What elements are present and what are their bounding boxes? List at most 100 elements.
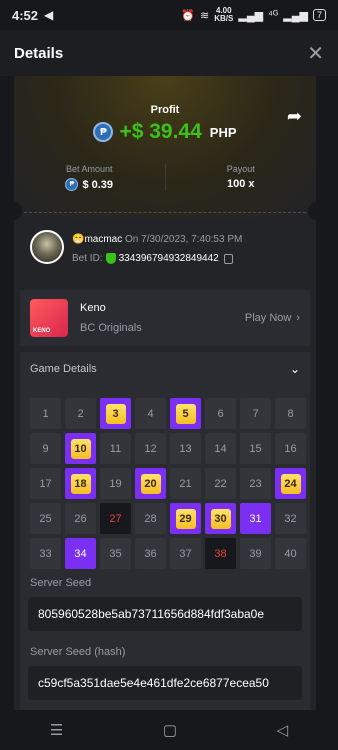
bet-amount-value: $ 0.39 <box>82 178 114 191</box>
keno-cell: 5 <box>170 398 201 429</box>
keno-cell: 32 <box>275 503 306 534</box>
keno-cell: 3 <box>100 398 131 429</box>
close-icon[interactable]: ✕ <box>307 41 324 66</box>
keno-cell: 22 <box>205 468 236 499</box>
keno-cell: 19 <box>100 468 131 499</box>
play-now-button[interactable]: Play Now › <box>245 312 300 324</box>
keno-cell: 1 <box>30 398 61 429</box>
bet-id-value: 334396794932849442 <box>118 253 219 264</box>
game-card[interactable]: KENO Keno BC Originals Play Now › <box>20 290 310 346</box>
share-icon[interactable]: ➦ <box>287 106 302 127</box>
wifi-icon: ≋ <box>200 9 210 22</box>
keno-cell: 18 <box>65 468 96 499</box>
profit-value: +$ 39.44 <box>119 120 202 143</box>
server-seed-label: Server Seed <box>30 577 92 589</box>
keno-cell: 20 <box>135 468 166 499</box>
bet-row: Bet Amount ₱ $ 0.39 Payout 100 x <box>14 164 316 191</box>
game-details-header[interactable]: Game Details ⌄ <box>20 352 310 386</box>
network-speed: 4.00 KB/S <box>214 6 234 23</box>
keno-cell: 16 <box>275 433 306 464</box>
keno-cell: 6 <box>205 398 236 429</box>
keno-cell: 37 <box>170 538 201 569</box>
ticket-notch-right <box>308 202 316 220</box>
keno-cell: 21 <box>170 468 201 499</box>
ticket-notch-left <box>14 202 22 220</box>
keno-cell: 23 <box>240 468 271 499</box>
payout-value: 100 x <box>226 178 255 190</box>
server-seed-field[interactable]: 805960528be5ab73711656d884fdf3aba0e <box>28 597 302 631</box>
system-nav-bar: ☰ ▢ ◁ <box>0 710 338 750</box>
signal-icon: ▂▄▆ <box>238 9 264 22</box>
payout-label: Payout <box>226 164 255 174</box>
server-seed-hash-field[interactable]: c59cf5a351dae5e4e461dfe2ce6877ecea50 <box>28 666 302 700</box>
profit-currency: PHP <box>209 124 237 140</box>
keno-cell: 28 <box>135 503 166 534</box>
keno-cell: 13 <box>170 433 201 464</box>
keno-cell: 26 <box>65 503 96 534</box>
profit-label: Profit <box>150 104 180 116</box>
divider <box>24 212 306 213</box>
battery-icon: 7 <box>312 9 326 21</box>
details-content: Profit ₱ +$ 39.44 PHP ➦ Bet Amount ₱ $ 0… <box>14 76 316 710</box>
details-header: Details ✕ <box>0 30 338 76</box>
keno-cell: 11 <box>100 433 131 464</box>
keno-cell: 12 <box>135 433 166 464</box>
keno-cell: 15 <box>240 433 271 464</box>
user-row: 😁macmac On 7/30/2023, 7:40:53 PM Bet ID:… <box>30 230 300 268</box>
recent-apps-icon[interactable]: ☰ <box>50 721 63 739</box>
keno-cell: 34 <box>65 538 96 569</box>
keno-cell: 10 <box>65 433 96 464</box>
keno-cell: 40 <box>275 538 306 569</box>
keno-cell: 9 <box>30 433 61 464</box>
avatar[interactable] <box>30 230 64 264</box>
php-coin-icon: ₱ <box>93 122 114 142</box>
payout: Payout 100 x <box>164 164 317 191</box>
keno-cell: 29 <box>170 503 201 534</box>
status-time: 4:52 <box>12 7 39 23</box>
bet-amount: Bet Amount ₱ $ 0.39 <box>14 164 165 191</box>
profit-row: ₱ +$ 39.44 PHP <box>14 120 316 144</box>
keno-cell: 25 <box>30 503 61 534</box>
keno-cell: 33 <box>30 538 61 569</box>
keno-cell: 35 <box>100 538 131 569</box>
keno-cell: 30 <box>205 503 236 534</box>
keno-cell: 27 <box>100 503 131 534</box>
bet-id-label: Bet ID: <box>72 253 103 264</box>
home-icon[interactable]: ▢ <box>163 721 177 739</box>
keno-cell: 7 <box>240 398 271 429</box>
bet-amount-label: Bet Amount <box>65 164 113 174</box>
status-bar: 4:52 ◀ ⏰ ≋ 4.00 KB/S ▂▄▆ ⁴ᴳ ▂▄▆ 7 <box>0 0 338 30</box>
keno-cell: 8 <box>275 398 306 429</box>
keno-cell: 38 <box>205 538 236 569</box>
keno-cell: 14 <box>205 433 236 464</box>
alarm-icon: ⏰ <box>181 9 196 22</box>
game-details: Game Details ⌄ 1 2 3 4 5 6 7 8 9 10 11 12 13 14 15 16 17… <box>20 352 310 710</box>
keno-cell: 4 <box>135 398 166 429</box>
signal-icon-2: ▂▄▆ <box>283 9 308 22</box>
shield-icon <box>105 253 116 264</box>
username[interactable]: 😁macmac <box>72 234 122 245</box>
game-provider: BC Originals <box>80 322 142 334</box>
server-seed-hash-label: Server Seed (hash) <box>30 646 126 658</box>
php-coin-icon: ₱ <box>65 178 79 191</box>
keno-cell: 2 <box>65 398 96 429</box>
keno-cell: 24 <box>275 468 306 499</box>
keno-logo: KENO <box>30 299 68 337</box>
keno-cell: 39 <box>240 538 271 569</box>
copy-icon[interactable] <box>223 253 233 264</box>
network-type: ⁴ᴳ <box>268 9 279 21</box>
back-icon[interactable]: ◁ <box>277 721 289 739</box>
bet-date: On 7/30/2023, 7:40:53 PM <box>125 234 243 245</box>
chevron-down-icon[interactable]: ⌄ <box>290 362 300 376</box>
keno-cell: 17 <box>30 468 61 499</box>
keno-cell: 36 <box>135 538 166 569</box>
profit-card: Profit ₱ +$ 39.44 PHP ➦ Bet Amount ₱ $ 0… <box>14 76 316 220</box>
chevron-right-icon: › <box>296 312 300 324</box>
keno-grid: 1 2 3 4 5 6 7 8 9 10 11 12 13 14 15 16 17 18 19 20 21 22 23 24 2… <box>30 398 306 569</box>
keno-cell: 31 <box>240 503 271 534</box>
status-icons: ⏰ ≋ 4.00 KB/S ▂▄▆ ⁴ᴳ ▂▄▆ 7 <box>181 7 326 23</box>
game-name: Keno <box>80 302 106 314</box>
telegram-icon: ◀ <box>44 8 54 22</box>
page-title: Details <box>14 44 64 62</box>
game-details-title: Game Details <box>30 363 97 375</box>
